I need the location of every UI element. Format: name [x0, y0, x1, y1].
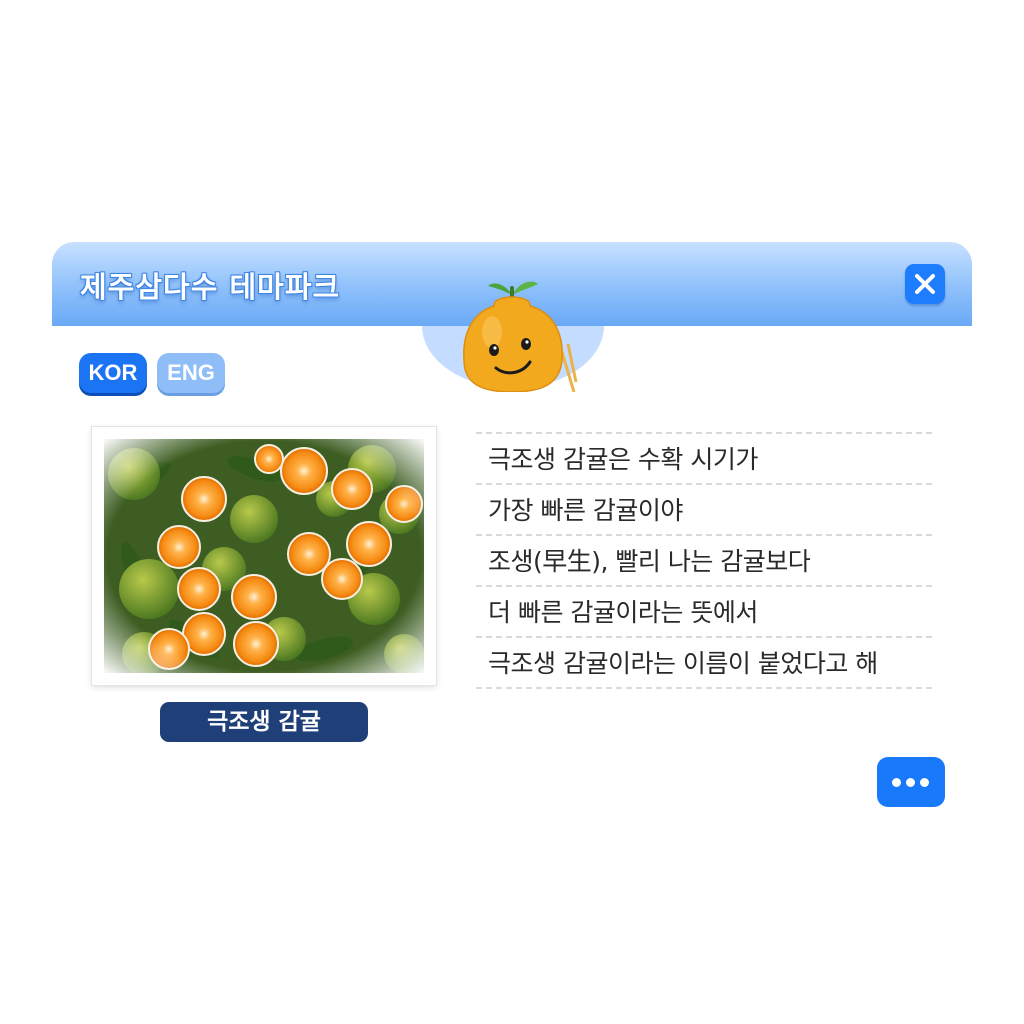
description-line: 극조생 감귤이라는 이름이 붙었다고 해: [476, 638, 932, 689]
language-eng-button[interactable]: ENG: [157, 353, 225, 393]
more-dots-icon: [906, 778, 915, 787]
tangerine-mascot-icon: [463, 281, 578, 392]
description-text: 극조생 감귤은 수확 시기가 가장 빠른 감귤이야 조생(早生), 빨리 나는 …: [476, 432, 932, 689]
description-line: 가장 빠른 감귤이야: [476, 485, 932, 536]
description-line: 조생(早生), 빨리 나는 감귤보다: [476, 536, 932, 587]
info-dialog: 제주삼다수 테마파크 KOR ENG 극조생 감귤 극조생 감귤은 수확 시기가…: [52, 242, 972, 832]
more-button[interactable]: [877, 757, 945, 807]
close-button[interactable]: [905, 264, 945, 304]
more-dots-icon: [920, 778, 929, 787]
description-line: 극조생 감귤은 수확 시기가: [476, 434, 932, 485]
image-caption: 극조생 감귤: [160, 702, 368, 742]
tangerine-photo: [104, 439, 424, 673]
photo-frame: [92, 427, 436, 685]
dialog-title: 제주삼다수 테마파크: [80, 270, 341, 304]
description-line: 더 빠른 감귤이라는 뜻에서: [476, 587, 932, 638]
more-dots-icon: [892, 778, 901, 787]
language-kor-button[interactable]: KOR: [79, 353, 147, 393]
close-icon: [915, 274, 935, 294]
